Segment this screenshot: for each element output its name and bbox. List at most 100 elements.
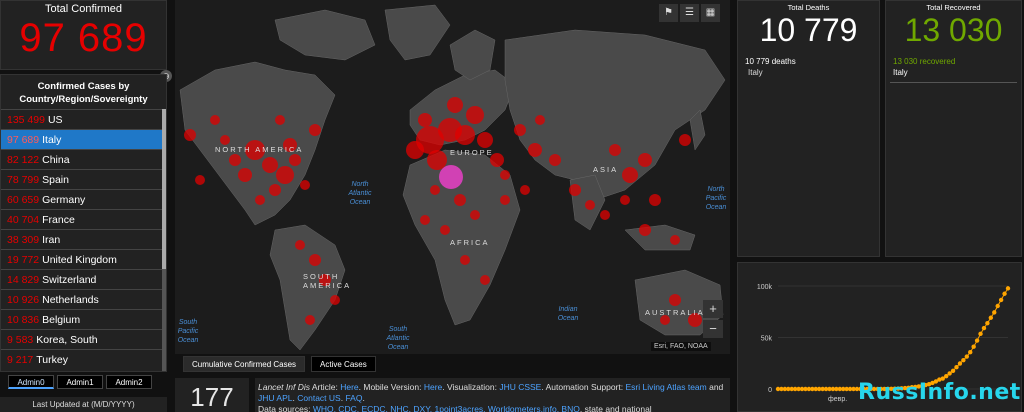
case-bubble[interactable] bbox=[670, 235, 680, 245]
list-item[interactable]: 9 583 Korea, South bbox=[1, 329, 164, 349]
basemap-gallery-icon[interactable]: ▦ bbox=[701, 4, 720, 22]
tab-admin0[interactable]: Admin0 bbox=[8, 375, 54, 389]
list-item[interactable]: 10 926 Netherlands bbox=[1, 289, 164, 309]
list-scrollbar[interactable] bbox=[162, 109, 166, 371]
case-bubble[interactable] bbox=[309, 254, 321, 266]
chart-point[interactable] bbox=[944, 373, 949, 379]
list-item[interactable]: 60 659 Germany bbox=[1, 189, 164, 209]
list-item[interactable]: 9 217 Turkey bbox=[1, 349, 164, 369]
tab-admin1[interactable]: Admin1 bbox=[57, 375, 103, 389]
tab-active-cases[interactable]: Active Cases bbox=[311, 356, 376, 372]
case-bubble[interactable] bbox=[289, 154, 301, 166]
chart-point[interactable] bbox=[988, 315, 994, 320]
case-bubble[interactable] bbox=[454, 194, 466, 206]
case-bubble[interactable] bbox=[480, 275, 490, 285]
case-bubble[interactable] bbox=[649, 194, 661, 206]
chart-point[interactable] bbox=[998, 297, 1004, 303]
case-bubble[interactable] bbox=[262, 157, 278, 173]
list-item[interactable]: 38 309 Iran bbox=[1, 229, 164, 249]
chart-point[interactable] bbox=[971, 344, 976, 349]
chart-point[interactable] bbox=[957, 361, 963, 366]
case-bubble[interactable] bbox=[430, 185, 440, 195]
chart-point[interactable] bbox=[964, 354, 970, 359]
tab-cumulative-confirmed[interactable]: Cumulative Confirmed Cases bbox=[183, 356, 306, 372]
case-bubble[interactable] bbox=[195, 175, 205, 185]
data-sources-link[interactable]: WHO, CDC, ECDC, NHC, DXY, 1point3acres, … bbox=[313, 404, 580, 412]
chart-point[interactable] bbox=[954, 365, 959, 370]
list-scrollbar-thumb[interactable] bbox=[162, 109, 166, 269]
case-bubble[interactable] bbox=[639, 224, 651, 236]
case-bubble[interactable] bbox=[309, 124, 321, 136]
case-bubble[interactable] bbox=[418, 113, 432, 127]
case-bubble[interactable] bbox=[638, 153, 652, 167]
case-bubble[interactable] bbox=[466, 106, 484, 124]
case-bubble[interactable] bbox=[528, 143, 542, 157]
case-bubble[interactable] bbox=[549, 154, 561, 166]
case-bubble[interactable] bbox=[420, 215, 430, 225]
chart-point[interactable] bbox=[978, 331, 983, 337]
mobile-link[interactable]: Here bbox=[424, 382, 442, 392]
list-item[interactable]: 97 689 Italy bbox=[1, 129, 164, 149]
chart-point[interactable] bbox=[950, 368, 956, 374]
list-item[interactable]: 135 499 US bbox=[1, 109, 164, 129]
zoom-in-button[interactable]: + bbox=[703, 300, 723, 318]
chart-point[interactable] bbox=[992, 310, 997, 315]
case-bubble[interactable] bbox=[269, 184, 281, 196]
case-bubble[interactable] bbox=[620, 195, 630, 205]
case-bubble[interactable] bbox=[669, 294, 681, 306]
case-bubble[interactable] bbox=[455, 125, 475, 145]
case-bubble[interactable] bbox=[535, 115, 545, 125]
case-bubble[interactable] bbox=[679, 134, 691, 146]
case-bubble[interactable] bbox=[330, 295, 340, 305]
case-bubble[interactable] bbox=[477, 132, 493, 148]
chart-point[interactable] bbox=[995, 303, 1000, 309]
legend-icon[interactable]: ☰ bbox=[680, 4, 699, 22]
chart-point[interactable] bbox=[1005, 286, 1011, 291]
case-bubble[interactable] bbox=[305, 315, 315, 325]
faq-link[interactable]: FAQ bbox=[345, 393, 362, 403]
zoom-out-button[interactable]: − bbox=[703, 320, 723, 338]
case-bubble[interactable] bbox=[427, 150, 447, 170]
case-bubble[interactable] bbox=[440, 225, 450, 235]
case-bubble[interactable] bbox=[460, 255, 470, 265]
chart-point[interactable] bbox=[974, 338, 980, 343]
case-bubble[interactable] bbox=[609, 144, 621, 156]
case-bubble[interactable] bbox=[184, 129, 196, 141]
list-item[interactable]: 14 829 Switzerland bbox=[1, 269, 164, 289]
chart-point[interactable] bbox=[961, 357, 966, 363]
list-item[interactable]: 78 799 Spain bbox=[1, 169, 164, 189]
list-item[interactable]: 82 122 China bbox=[1, 149, 164, 169]
chart-point[interactable] bbox=[1002, 291, 1007, 296]
case-bubble[interactable] bbox=[520, 185, 530, 195]
case-bubble[interactable] bbox=[295, 240, 305, 250]
case-bubble[interactable] bbox=[275, 115, 285, 125]
case-bubble[interactable] bbox=[500, 195, 510, 205]
case-bubble[interactable] bbox=[622, 167, 638, 183]
list-item[interactable]: 19 772 United Kingdom bbox=[1, 249, 164, 269]
case-bubble[interactable] bbox=[255, 195, 265, 205]
jhu-csse-link[interactable]: JHU CSSE bbox=[499, 382, 541, 392]
case-bubble[interactable] bbox=[210, 115, 220, 125]
contact-link[interactable]: Contact US bbox=[297, 393, 340, 403]
jhu-apl-link[interactable]: JHU APL bbox=[258, 393, 293, 403]
list-item[interactable]: 40 704 France bbox=[1, 209, 164, 229]
case-bubble[interactable] bbox=[470, 210, 480, 220]
chart-point[interactable] bbox=[985, 320, 990, 326]
case-bubble[interactable] bbox=[585, 200, 595, 210]
case-bubble[interactable] bbox=[238, 168, 252, 182]
case-bubble[interactable] bbox=[514, 124, 526, 136]
case-bubble[interactable] bbox=[276, 166, 294, 184]
tab-admin2[interactable]: Admin2 bbox=[106, 375, 152, 389]
case-bubble[interactable] bbox=[220, 135, 230, 145]
case-bubble[interactable] bbox=[600, 210, 610, 220]
list-item[interactable]: 10 836 Belgium bbox=[1, 309, 164, 329]
esri-link[interactable]: Esri Living Atlas team bbox=[625, 382, 706, 392]
case-bubble[interactable] bbox=[300, 180, 310, 190]
bookmark-icon[interactable]: ⚑ bbox=[659, 4, 678, 22]
case-bubble[interactable] bbox=[406, 141, 424, 159]
world-map[interactable]: NORTH AMERICA EUROPE ASIA AFRICA SOUTH A… bbox=[175, 0, 730, 354]
case-bubble[interactable] bbox=[447, 97, 463, 113]
chart-point[interactable] bbox=[981, 325, 987, 331]
case-bubble[interactable] bbox=[500, 170, 510, 180]
case-bubble[interactable] bbox=[569, 184, 581, 196]
